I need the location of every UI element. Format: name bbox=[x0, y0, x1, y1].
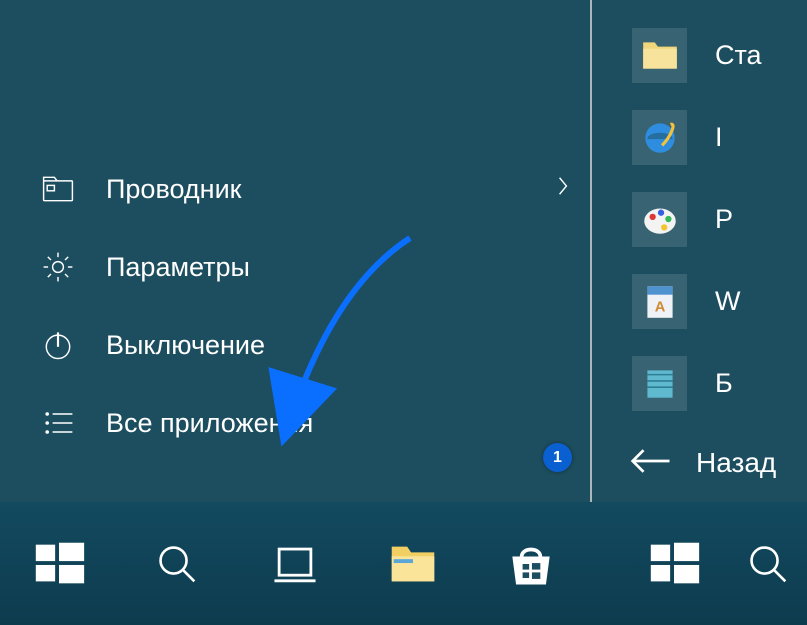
taskview-icon bbox=[267, 536, 323, 592]
store-icon bbox=[503, 536, 559, 592]
explorer-icon bbox=[38, 169, 78, 209]
gear-icon bbox=[38, 247, 78, 287]
menu-item-all-apps[interactable]: Все приложения bbox=[0, 384, 590, 462]
tile-row[interactable]: A W bbox=[592, 260, 807, 342]
arrow-left-icon bbox=[628, 444, 672, 483]
tile-row[interactable]: Б bbox=[592, 342, 807, 424]
taskbar-store[interactable] bbox=[472, 502, 590, 625]
start-menu-right: Ста I P A W bbox=[592, 0, 807, 502]
tile-label: P bbox=[715, 204, 733, 235]
folder-icon bbox=[632, 28, 687, 83]
taskbar bbox=[0, 502, 807, 625]
menu-label-all-apps: Все приложения bbox=[106, 408, 570, 439]
taskbar-explorer[interactable] bbox=[354, 502, 472, 625]
tile-label: Ста bbox=[715, 40, 762, 71]
menu-item-explorer[interactable]: Проводник bbox=[0, 150, 590, 228]
tile-label: W bbox=[715, 286, 740, 317]
taskbar-search-2[interactable] bbox=[733, 502, 803, 625]
taskbar-taskview[interactable] bbox=[236, 502, 354, 625]
badge-number: 1 bbox=[553, 449, 562, 467]
back-button[interactable]: Назад bbox=[592, 424, 807, 502]
search-icon bbox=[151, 538, 203, 590]
menu-item-power[interactable]: Выключение bbox=[0, 306, 590, 384]
back-label: Назад bbox=[696, 447, 776, 479]
taskbar-search[interactable] bbox=[118, 502, 236, 625]
windows-logo-icon bbox=[645, 535, 703, 593]
tile-label: Б bbox=[715, 368, 733, 399]
chevron-right-icon bbox=[556, 175, 570, 204]
paint-icon bbox=[632, 192, 687, 247]
start-menu-left: Проводник Параметры bbox=[0, 0, 590, 502]
menu-label-settings: Параметры bbox=[106, 252, 570, 283]
windows-logo-icon bbox=[30, 535, 88, 593]
search-icon bbox=[742, 538, 794, 590]
notepad-icon bbox=[632, 356, 687, 411]
menu-label-power: Выключение bbox=[106, 330, 570, 361]
svg-text:A: A bbox=[654, 300, 665, 316]
ie-icon bbox=[632, 110, 687, 165]
power-icon bbox=[38, 325, 78, 365]
menu-label-explorer: Проводник bbox=[106, 174, 556, 205]
annotation-badge: 1 bbox=[543, 443, 572, 472]
all-apps-icon bbox=[38, 403, 78, 443]
tile-row[interactable]: Ста bbox=[592, 14, 807, 96]
menu-item-settings[interactable]: Параметры bbox=[0, 228, 590, 306]
tile-row[interactable]: P bbox=[592, 178, 807, 260]
tile-row[interactable]: I bbox=[592, 96, 807, 178]
start-button[interactable] bbox=[0, 502, 118, 625]
file-explorer-icon bbox=[384, 535, 442, 593]
start-button-2[interactable] bbox=[615, 502, 733, 625]
tile-label: I bbox=[715, 122, 723, 153]
wordpad-icon: A bbox=[632, 274, 687, 329]
